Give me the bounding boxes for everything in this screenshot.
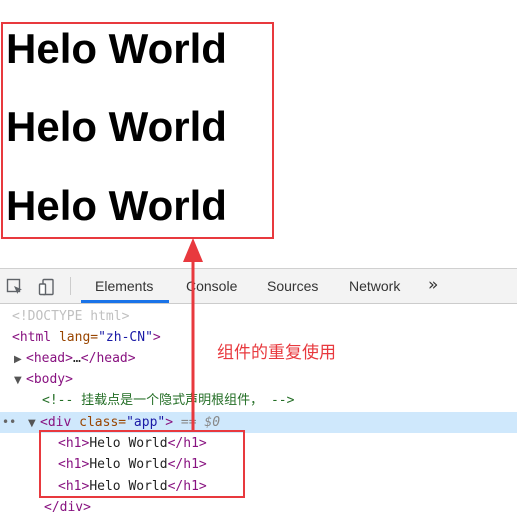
doctype-text: <!DOCTYPE html> xyxy=(12,309,130,324)
html-tag-close: > xyxy=(152,330,161,345)
body-tag-open: <body> xyxy=(26,372,73,387)
rendered-page: Helo World Helo World Helo World xyxy=(0,0,517,268)
annotation-label: 组件的重复使用 xyxy=(217,343,336,363)
highlight-box-rendered xyxy=(1,22,274,239)
div-attr-name: class= xyxy=(71,415,127,430)
div-tag-end: </div> xyxy=(44,500,91,515)
div-console-ref: $0 xyxy=(204,415,221,430)
head-ellipsis[interactable]: … xyxy=(73,351,81,366)
html-attr-value: "zh-CN" xyxy=(98,330,153,345)
div-attr-value: "app" xyxy=(126,415,166,430)
tab-elements[interactable]: Elements xyxy=(95,269,153,303)
collapse-triangle-icon[interactable]: ▼ xyxy=(14,370,26,391)
expand-triangle-icon[interactable]: ▶ xyxy=(14,349,26,370)
dom-line-html[interactable]: <html lang="zh-CN"> xyxy=(12,327,161,348)
div-tag-close: > xyxy=(165,415,174,430)
selected-row-dots-icon: •• xyxy=(2,415,17,429)
div-eq-sign: == xyxy=(173,415,205,430)
tab-sources[interactable]: Sources xyxy=(267,269,318,303)
html-tag-open: <html xyxy=(12,330,52,345)
head-tag-close: </head> xyxy=(80,351,136,366)
head-tag-open: <head> xyxy=(26,351,73,366)
more-tabs-icon[interactable]: » xyxy=(428,269,438,303)
highlight-box-dom xyxy=(39,430,245,498)
dom-line-div-close[interactable]: </div> xyxy=(44,497,91,518)
inspect-element-icon[interactable] xyxy=(6,278,24,296)
toolbar-divider xyxy=(70,277,71,295)
div-tag-open: <div xyxy=(40,415,72,430)
tab-network[interactable]: Network xyxy=(349,269,400,303)
device-toolbar-icon[interactable] xyxy=(38,278,56,296)
html-attr-name: lang= xyxy=(51,330,99,345)
dom-line-comment[interactable]: <!-- 挂载点是一个隐式声明根组件， --> xyxy=(42,390,294,411)
dom-line-body[interactable]: ▼ <body> xyxy=(14,369,73,390)
dom-line-head[interactable]: ▶ <head>…</head> xyxy=(14,348,136,369)
mount-point-comment: <!-- 挂载点是一个隐式声明根组件， --> xyxy=(42,393,295,408)
tab-console[interactable]: Console xyxy=(186,269,237,303)
active-tab-indicator xyxy=(81,300,169,303)
devtools-toolbar: Elements Console Sources Network » xyxy=(0,269,517,304)
dom-line-doctype[interactable]: <!DOCTYPE html> xyxy=(12,306,129,327)
